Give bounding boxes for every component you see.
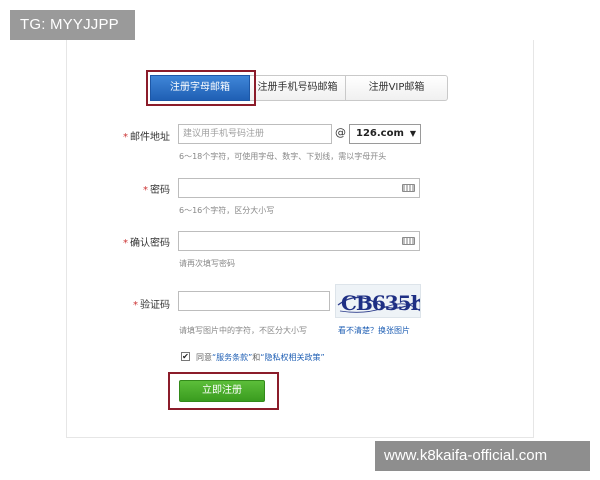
tab-bar: 注册字母邮箱 注册手机号码邮箱 注册VIP邮箱 <box>150 75 448 101</box>
captcha-graphic: CB635h <box>337 291 421 315</box>
domain-select[interactable]: 126.com ▼ <box>349 124 421 144</box>
refresh-captcha-link[interactable]: 看不清楚？换张图片 <box>338 325 410 336</box>
required-mark: * <box>123 132 128 143</box>
captcha-input[interactable] <box>178 291 330 311</box>
chevron-down-icon: ▼ <box>409 129 416 138</box>
captcha-hint: 请填写图片中的字符，不区分大小写 <box>179 326 307 335</box>
tab-vip-email[interactable]: 注册VIP邮箱 <box>346 75 448 101</box>
required-mark: * <box>123 238 128 249</box>
email-hint: 6～18个字符，可使用字母、数字、下划线，需以字母开头 <box>179 152 387 161</box>
at-sign: @ <box>335 126 346 139</box>
captcha-text: CB635h <box>341 291 421 315</box>
required-mark: * <box>133 300 138 311</box>
confirm-password-input[interactable] <box>178 231 420 251</box>
captcha-label: * 验证码 <box>133 300 170 311</box>
password-hint: 6～16个字符，区分大小写 <box>179 206 275 215</box>
confirm-password-hint: 请再次填写密码 <box>179 259 235 268</box>
keyboard-icon[interactable] <box>402 237 415 245</box>
terms-link[interactable]: “服务条款” <box>212 353 252 362</box>
watermark-top-left: TG: MYYJJPP <box>10 10 135 40</box>
agree-checkbox[interactable]: ✔ <box>181 352 190 361</box>
confirm-password-label: * 确认密码 <box>123 238 170 249</box>
captcha-image[interactable]: CB635h <box>335 284 421 318</box>
register-button[interactable]: 立即注册 <box>179 380 265 402</box>
keyboard-icon[interactable] <box>402 184 415 192</box>
required-mark: * <box>143 185 148 196</box>
tab-letter-email[interactable]: 注册字母邮箱 <box>150 75 250 101</box>
watermark-bottom-right: www.k8kaifa-official.com <box>375 441 590 471</box>
tab-mobile-email[interactable]: 注册手机号码邮箱 <box>250 75 346 101</box>
email-input[interactable] <box>178 124 332 144</box>
email-label: * 邮件地址 <box>123 132 170 143</box>
agreement-text: 同意“服务条款”和“隐私权相关政策” <box>196 353 325 362</box>
privacy-link[interactable]: “隐私权相关政策” <box>260 353 324 362</box>
password-label: * 密码 <box>143 185 170 196</box>
password-input[interactable] <box>178 178 420 198</box>
